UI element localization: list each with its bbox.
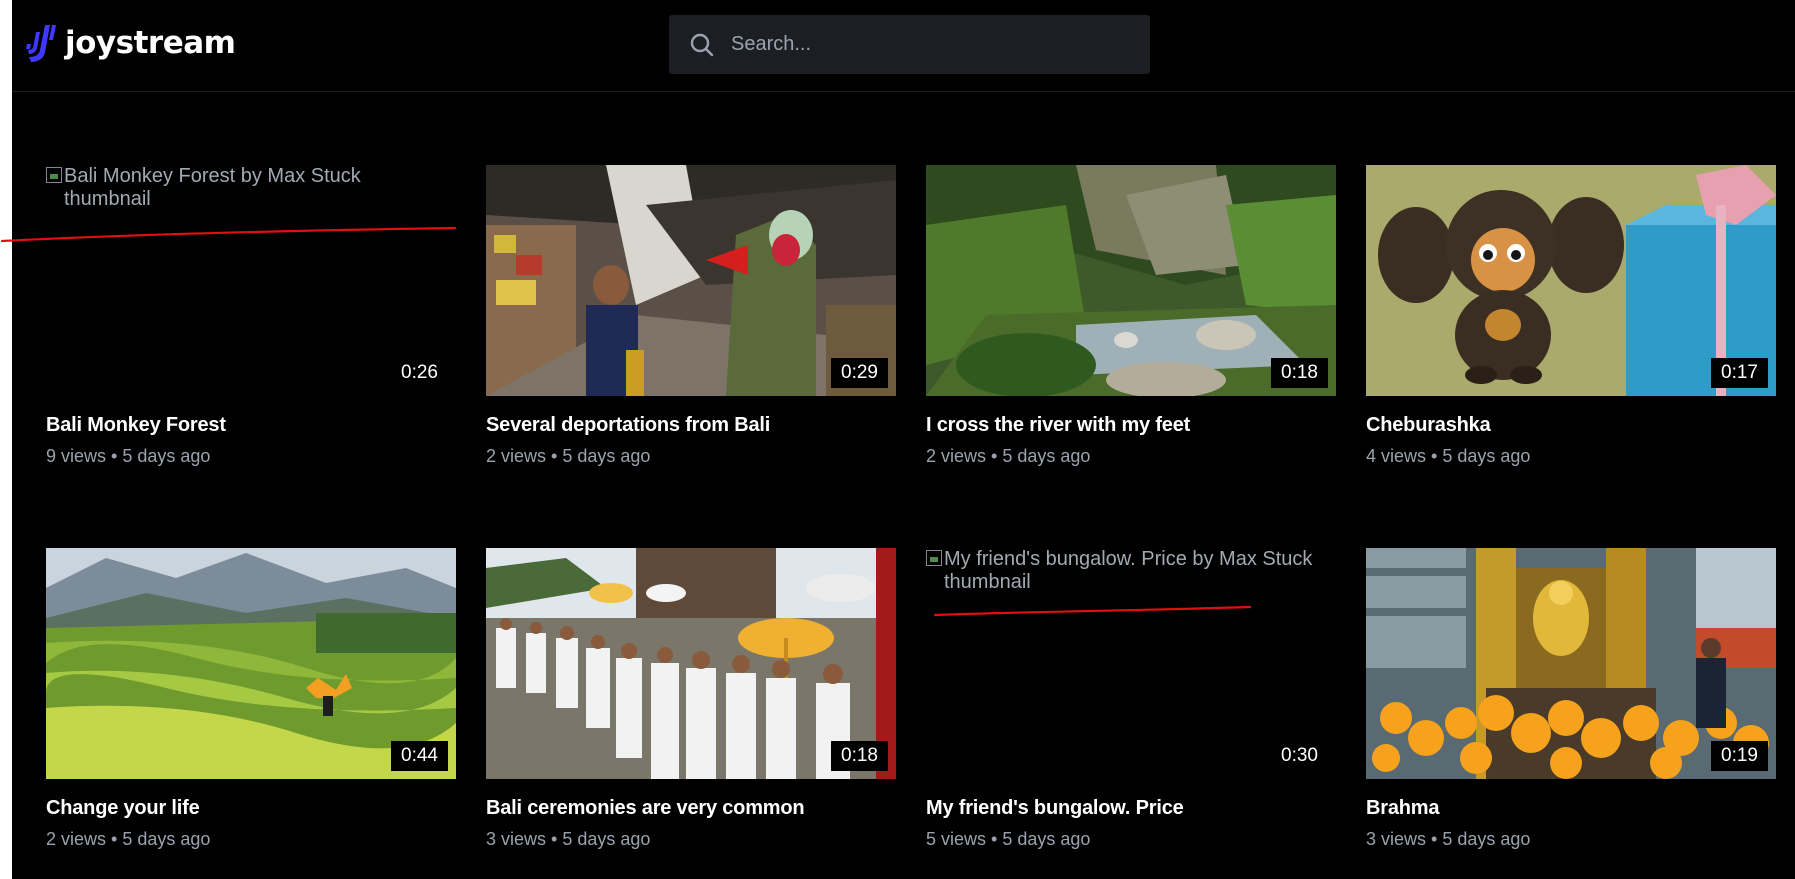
duration-badge: 0:29 bbox=[831, 358, 888, 388]
video-thumbnail[interactable]: 0:19 bbox=[1366, 548, 1776, 779]
video-stats: 5 views • 5 days ago bbox=[926, 829, 1091, 849]
video-stats: 2 views • 5 days ago bbox=[46, 829, 211, 849]
video-title[interactable]: My friend's bungalow. Price bbox=[926, 797, 1336, 820]
video-card[interactable]: 0:44 Change your life 2 views • 5 days a… bbox=[46, 548, 456, 850]
video-thumbnail[interactable]: 0:29 bbox=[486, 165, 896, 396]
thumbnail-alt-text: Bali Monkey Forest by Max Stuck thumbnai… bbox=[64, 165, 361, 210]
video-stats: 3 views • 5 days ago bbox=[486, 829, 651, 849]
duration-badge: 0:18 bbox=[831, 741, 888, 771]
video-title[interactable]: Bali Monkey Forest bbox=[46, 414, 456, 437]
duration-badge: 0:17 bbox=[1711, 358, 1768, 388]
video-card[interactable]: My friend's bungalow. Price by Max Stuck… bbox=[926, 548, 1336, 850]
video-grid: Bali Monkey Forest by Max Stuck thumbnai… bbox=[12, 0, 1795, 879]
video-thumbnail[interactable]: My friend's bungalow. Price by Max Stuck… bbox=[926, 548, 1336, 779]
duration-badge: 0:26 bbox=[391, 358, 448, 388]
video-card[interactable]: 0:19 Brahma 3 views • 5 days ago bbox=[1366, 548, 1776, 850]
video-card[interactable]: Bali Monkey Forest by Max Stuck thumbnai… bbox=[46, 165, 456, 467]
video-card[interactable]: 0:18 Bali ceremonies are very common 3 v… bbox=[486, 548, 896, 850]
duration-badge: 0:44 bbox=[391, 741, 448, 771]
video-thumbnail[interactable]: 0:17 bbox=[1366, 165, 1776, 396]
duration-badge: 0:19 bbox=[1711, 741, 1768, 771]
video-title[interactable]: Bali ceremonies are very common bbox=[486, 797, 896, 820]
video-title[interactable]: Cheburashka bbox=[1366, 414, 1776, 437]
video-stats: 2 views • 5 days ago bbox=[926, 446, 1091, 466]
thumbnail-alt-text: My friend's bungalow. Price by Max Stuck… bbox=[944, 548, 1313, 593]
video-stats: 4 views • 5 days ago bbox=[1366, 446, 1531, 466]
app-window: joystream Bali Monkey Forest by Max Stuc… bbox=[12, 0, 1795, 879]
video-thumbnail[interactable]: 0:18 bbox=[486, 548, 896, 779]
video-title[interactable]: Several deportations from Bali bbox=[486, 414, 896, 437]
video-stats: 9 views • 5 days ago bbox=[46, 446, 211, 466]
video-card[interactable]: 0:17 Cheburashka 4 views • 5 days ago bbox=[1366, 165, 1776, 467]
video-thumbnail[interactable]: Bali Monkey Forest by Max Stuck thumbnai… bbox=[46, 165, 456, 396]
video-card[interactable]: 0:29 Several deportations from Bali 2 vi… bbox=[486, 165, 896, 467]
broken-image-icon bbox=[926, 550, 942, 566]
video-title[interactable]: Brahma bbox=[1366, 797, 1776, 820]
video-stats: 3 views • 5 days ago bbox=[1366, 829, 1531, 849]
video-stats: 2 views • 5 days ago bbox=[486, 446, 651, 466]
duration-badge: 0:18 bbox=[1271, 358, 1328, 388]
video-card[interactable]: 0:18 I cross the river with my feet 2 vi… bbox=[926, 165, 1336, 467]
broken-image-icon bbox=[46, 167, 62, 183]
duration-badge: 0:30 bbox=[1271, 741, 1328, 771]
video-thumbnail[interactable]: 0:44 bbox=[46, 548, 456, 779]
video-title[interactable]: I cross the river with my feet bbox=[926, 414, 1336, 437]
video-title[interactable]: Change your life bbox=[46, 797, 456, 820]
video-thumbnail[interactable]: 0:18 bbox=[926, 165, 1336, 396]
